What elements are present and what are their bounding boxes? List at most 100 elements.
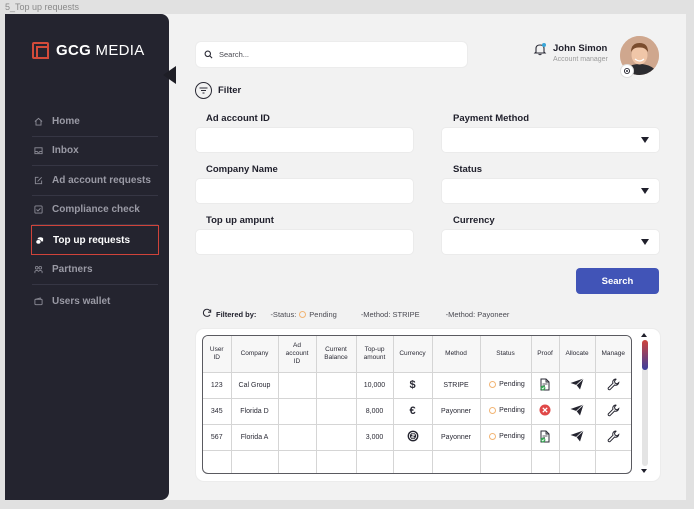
search-button[interactable]: Search	[576, 268, 659, 294]
collapse-sidebar-icon[interactable]	[163, 66, 176, 84]
cell-user-id: 123	[203, 372, 232, 399]
scroll-up-icon[interactable]	[641, 333, 647, 337]
search-input[interactable]: Search...	[196, 42, 467, 67]
sidebar-item-top-up-requests[interactable]: Top up requests	[31, 225, 159, 255]
sidebar-item-inbox[interactable]: Inbox	[32, 137, 158, 166]
currency-select[interactable]	[442, 230, 659, 254]
cell-company: Florida D	[231, 398, 279, 425]
sidebar-item-label: Users wallet	[52, 295, 111, 307]
col-header-company[interactable]: Company	[231, 336, 279, 373]
cell-allocate[interactable]	[559, 398, 596, 425]
scroll-down-icon[interactable]	[641, 469, 647, 473]
col-header-user-id[interactable]: User ID	[203, 336, 232, 373]
col-header-allocate[interactable]: Allocate	[559, 336, 596, 373]
col-header-manage[interactable]: Manage	[595, 336, 631, 373]
table-row-empty	[203, 450, 631, 473]
refresh-icon[interactable]	[202, 308, 212, 320]
cell-manage[interactable]	[595, 372, 631, 399]
cell-manage[interactable]	[595, 398, 631, 425]
cell-allocate[interactable]	[559, 372, 596, 399]
col-header-status[interactable]: Status	[480, 336, 532, 373]
cell-current-balance	[316, 372, 357, 399]
document-check-icon[interactable]	[539, 430, 551, 445]
send-icon[interactable]	[570, 404, 584, 418]
table-row[interactable]: 123 Cal Group 10,000 $ STRIPE Pending	[203, 372, 631, 399]
sidebar-item-ad-account-requests[interactable]: Ad account requests	[32, 166, 158, 196]
coins-icon	[34, 235, 44, 245]
cell-proof[interactable]	[531, 372, 560, 399]
filtered-by-label: Filtered by:	[216, 309, 257, 319]
col-header-currency[interactable]: Currency	[393, 336, 433, 373]
pending-dot-icon	[299, 310, 307, 318]
sidebar-item-label: Home	[52, 115, 80, 127]
dollar-icon: $	[393, 372, 433, 399]
brand-name: GCG MEDIA	[56, 42, 145, 59]
table-row[interactable]: 567 Florida A 3,000 Payonner Pending	[203, 424, 631, 451]
coin-currency-icon	[407, 430, 419, 444]
x-circle-icon[interactable]	[539, 404, 551, 418]
cell-status: Pending	[480, 398, 532, 425]
cell-currency	[393, 424, 433, 451]
filter-title: Filter	[218, 85, 242, 96]
cell-ad-account-id	[278, 424, 317, 451]
filter-chip-status[interactable]: -Status: Pending	[270, 310, 336, 319]
inbox-icon	[33, 146, 43, 156]
dropdown-caret-icon	[641, 188, 649, 194]
wallet-icon	[33, 296, 43, 306]
sidebar-item-label: Ad account requests	[52, 174, 151, 186]
cell-user-id: 567	[203, 424, 232, 451]
cell-ad-account-id	[278, 398, 317, 425]
cell-top-up-amount: 10,000	[356, 372, 394, 399]
col-header-ad-account-id[interactable]: Ad account ID	[278, 336, 317, 373]
cell-proof[interactable]	[531, 424, 560, 451]
cell-current-balance	[316, 398, 357, 425]
table-header-row: User ID Company Ad account ID Current Balanc…	[203, 336, 631, 373]
table-row[interactable]: 345 Florida D 8,000 € Payonner Pending	[203, 398, 631, 425]
pending-dot-icon	[489, 380, 497, 388]
cell-current-balance	[316, 424, 357, 451]
cell-company: Florida A	[231, 424, 279, 451]
scrollbar-thumb[interactable]	[642, 340, 648, 370]
send-icon[interactable]	[570, 430, 584, 444]
home-icon	[33, 116, 43, 126]
company-name-field[interactable]	[196, 179, 413, 203]
filter-chip-method-stripe[interactable]: -Method: STRIPE	[361, 310, 420, 319]
ad-account-id-label: Ad account ID	[206, 113, 270, 124]
status-select[interactable]	[442, 179, 659, 203]
pending-dot-icon	[489, 406, 497, 414]
send-icon[interactable]	[570, 378, 584, 392]
status-label: Status	[453, 164, 483, 175]
sidebar-item-users-wallet[interactable]: Users wallet	[32, 287, 158, 317]
sidebar-item-compliance-check[interactable]: Compliance check	[32, 196, 158, 225]
payment-method-label: Payment Method	[453, 113, 530, 124]
cell-manage[interactable]	[595, 424, 631, 451]
wrench-icon[interactable]	[607, 377, 620, 393]
col-header-method[interactable]: Method	[432, 336, 481, 373]
pending-dot-icon	[489, 432, 497, 440]
col-header-current-balance[interactable]: Current Balance	[316, 336, 357, 373]
settings-badge-icon[interactable]	[621, 65, 633, 77]
top-up-amount-field[interactable]	[196, 230, 413, 254]
sidebar-item-partners[interactable]: Partners	[32, 255, 158, 285]
col-header-top-up-amount[interactable]: Top-up amount	[356, 336, 394, 373]
cell-allocate[interactable]	[559, 424, 596, 451]
filter-header[interactable]: Filter	[195, 82, 241, 99]
sidebar-nav: Home Inbox Ad account requests Complianc…	[31, 107, 159, 317]
dropdown-caret-icon	[641, 239, 649, 245]
cell-method: Payonner	[432, 424, 481, 451]
wrench-icon[interactable]	[607, 429, 620, 445]
sidebar-item-home[interactable]: Home	[32, 107, 158, 137]
cell-top-up-amount: 8,000	[356, 398, 394, 425]
col-header-proof[interactable]: Proof	[531, 336, 560, 373]
dropdown-caret-icon	[641, 137, 649, 143]
filter-chip-method-payoneer[interactable]: -Method: Payoneer	[446, 310, 510, 319]
ad-account-id-field[interactable]	[196, 128, 413, 152]
wrench-icon[interactable]	[607, 403, 620, 419]
brand-logo[interactable]: GCG MEDIA	[32, 42, 145, 59]
search-placeholder: Search...	[219, 50, 250, 59]
search-icon	[204, 46, 213, 64]
cell-proof[interactable]	[531, 398, 560, 425]
payment-method-select[interactable]	[442, 128, 659, 152]
document-check-icon[interactable]	[539, 378, 551, 393]
bell-icon[interactable]	[533, 42, 547, 56]
